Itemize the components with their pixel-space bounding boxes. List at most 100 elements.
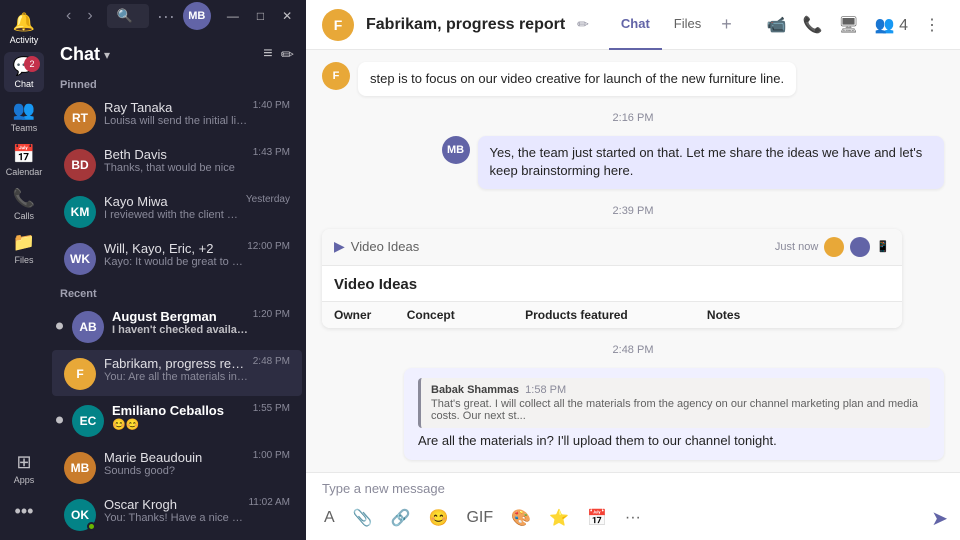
chat-preview: Kayo: It would be great to sync with...	[104, 256, 243, 268]
bubble-content: step is to focus on our video creative f…	[358, 62, 796, 96]
filter-icon[interactable]: ≡	[263, 45, 272, 65]
unread-indicator	[56, 417, 63, 424]
attach-button[interactable]: 📎	[347, 504, 379, 532]
sidebar-item-files[interactable]: 📁 Files	[4, 228, 44, 268]
minimize-button[interactable]: —	[219, 0, 247, 32]
tab-chat[interactable]: Chat	[609, 0, 662, 50]
close-button[interactable]: ✕	[274, 0, 300, 32]
screen-share-button[interactable]: 🖥	[834, 11, 862, 39]
praise-button[interactable]: ⭐	[543, 504, 575, 532]
channel-title: Fabrikam, progress report	[366, 16, 565, 34]
more-channel-options[interactable]: ⋮	[920, 11, 944, 39]
giphy-button[interactable]: GIF	[460, 505, 499, 531]
emoji-button[interactable]: 😊	[423, 504, 455, 532]
list-item[interactable]: WK Will, Kayo, Eric, +2 Kayo: It would b…	[52, 235, 302, 281]
chat-name: Marie Beaudouin	[104, 450, 249, 465]
format-button[interactable]: A	[318, 505, 341, 531]
schedule-button[interactable]: 📅	[581, 504, 613, 532]
list-item[interactable]: BD Beth Davis Thanks, that would be nice…	[52, 141, 302, 187]
card-timestamp: Just now	[775, 241, 818, 253]
sidebar-item-activity[interactable]: 🔔 Activity	[4, 8, 44, 48]
message-timestamp: 2:39 PM	[322, 205, 944, 217]
card-mobile-icon: 📱	[876, 240, 890, 253]
message-outer-bubble: Babak Shammas 1:58 PM That's great. I wi…	[404, 368, 944, 460]
video-call-button[interactable]: 📹	[763, 11, 791, 39]
chat-name: Will, Kayo, Eric, +2	[104, 241, 243, 256]
search-icon: 🔍	[117, 8, 133, 24]
list-item[interactable]: OK Oscar Krogh You: Thanks! Have a nice …	[52, 491, 302, 537]
sidebar-item-more[interactable]: •••	[4, 492, 44, 532]
message-row: Yes, the team just started on that. Let …	[322, 136, 944, 188]
chat-time: 1:55 PM	[253, 403, 290, 414]
participants-button[interactable]: 👥 4	[871, 11, 912, 39]
sidebar-item-calls[interactable]: 📞 Calls	[4, 184, 44, 224]
user-avatar[interactable]: MB	[183, 2, 211, 30]
audio-call-button[interactable]: 📞	[798, 11, 826, 39]
list-item[interactable]: KM Kayo Miwa I reviewed with the client …	[52, 188, 302, 234]
chat-name: Ray Tanaka	[104, 100, 249, 115]
new-chat-icon[interactable]: ✏	[281, 45, 294, 65]
message-timestamp: 2:48 PM	[322, 344, 944, 356]
reply-card: Babak Shammas 1:58 PM That's great. I wi…	[418, 378, 930, 428]
avatar: WK	[64, 243, 96, 275]
list-item[interactable]: F Fabrikam, progress report You: Are all…	[52, 350, 302, 396]
chat-preview: I haven't checked available times yet	[112, 324, 249, 336]
card-header: ▶ Video Ideas Just now 📱	[322, 229, 902, 266]
sidebar-item-apps[interactable]: ⊞ Apps	[4, 448, 44, 488]
sidebar-item-teams[interactable]: 👥 Teams	[4, 96, 44, 136]
list-item[interactable]: RT Ray Tanaka Louisa will send the initi…	[52, 94, 302, 140]
list-item[interactable]: AB August Bergman I haven't checked avai…	[52, 303, 302, 349]
main-area: F Fabrikam, progress report ✏ Chat Files…	[306, 0, 960, 540]
message-text: Are all the materials in? I'll upload th…	[418, 432, 930, 450]
composer-area: Type a new message A 📎 🔗 😊 GIF 🎨 ⭐ 📅 ···…	[306, 472, 960, 540]
avatar: KM	[64, 196, 96, 228]
compose-placeholder[interactable]: Type a new message	[306, 473, 960, 500]
list-item[interactable]: EC Emiliano Ceballos 😊😊 1:55 PM	[52, 397, 302, 443]
reply-text: That's great. I will collect all the mat…	[431, 398, 920, 422]
online-indicator	[87, 522, 96, 531]
chat-time: 1:00 PM	[253, 450, 290, 461]
send-button[interactable]: ➤	[931, 506, 948, 531]
avatar: OK	[64, 499, 96, 531]
card-header-label: Video Ideas	[351, 239, 419, 254]
avatar: RT	[64, 102, 96, 134]
sticker-button[interactable]: 🎨	[505, 504, 537, 532]
maximize-button[interactable]: □	[249, 0, 272, 32]
chat-preview: You: Are all the materials in? I'll uplo…	[104, 371, 249, 383]
bubble-content: Yes, the team just started on that. Let …	[478, 136, 945, 188]
message-bubble: Yes, the team just started on that. Let …	[478, 136, 945, 188]
chat-info: Will, Kayo, Eric, +2 Kayo: It would be g…	[104, 241, 243, 268]
recent-section-label: Recent	[48, 282, 306, 302]
tab-files[interactable]: Files	[662, 0, 713, 50]
sidebar-item-chat[interactable]: 💬 Chat 2	[4, 52, 44, 92]
avatar: BD	[64, 149, 96, 181]
chat-name: August Bergman	[112, 309, 249, 324]
sidebar-item-calendar[interactable]: 📅 Calendar	[4, 140, 44, 180]
search-bar[interactable]: 🔍	[107, 4, 149, 28]
unread-indicator	[56, 323, 63, 330]
chat-info: Kayo Miwa I reviewed with the client on …	[104, 194, 242, 221]
forward-button[interactable]: ›	[81, 5, 98, 27]
chat-panel-icons: ≡ ✏	[263, 45, 294, 65]
edit-icon[interactable]: ✏	[577, 16, 589, 33]
avatar: EC	[72, 405, 104, 437]
add-tab-button[interactable]: +	[713, 0, 740, 50]
channel-header: F Fabrikam, progress report ✏ Chat Files…	[306, 0, 960, 50]
files-icon: 📁	[13, 232, 35, 253]
col-notes: Notes	[695, 301, 902, 328]
list-item[interactable]: MB Marie Beaudouin Sounds good? 1:00 PM	[52, 444, 302, 490]
more-actions-button[interactable]: ···	[619, 505, 647, 531]
message-row: F step is to focus on our video creative…	[322, 62, 944, 96]
back-button[interactable]: ‹	[60, 5, 77, 27]
teams-icon: 👥	[13, 100, 35, 121]
chat-name: Kayo Miwa	[104, 194, 242, 209]
reply-author: Babak Shammas 1:58 PM	[431, 384, 920, 396]
avatar: MB	[442, 136, 470, 164]
card-user-avatar-1	[824, 237, 844, 257]
link-button[interactable]: 🔗	[385, 504, 417, 532]
chat-list: Pinned RT Ray Tanaka Louisa will send th…	[48, 73, 306, 540]
chat-time: Yesterday	[246, 194, 290, 205]
chat-preview: Louisa will send the initial list of att…	[104, 115, 249, 127]
more-options-button[interactable]: ···	[157, 6, 175, 27]
channel-avatar: F	[322, 9, 354, 41]
